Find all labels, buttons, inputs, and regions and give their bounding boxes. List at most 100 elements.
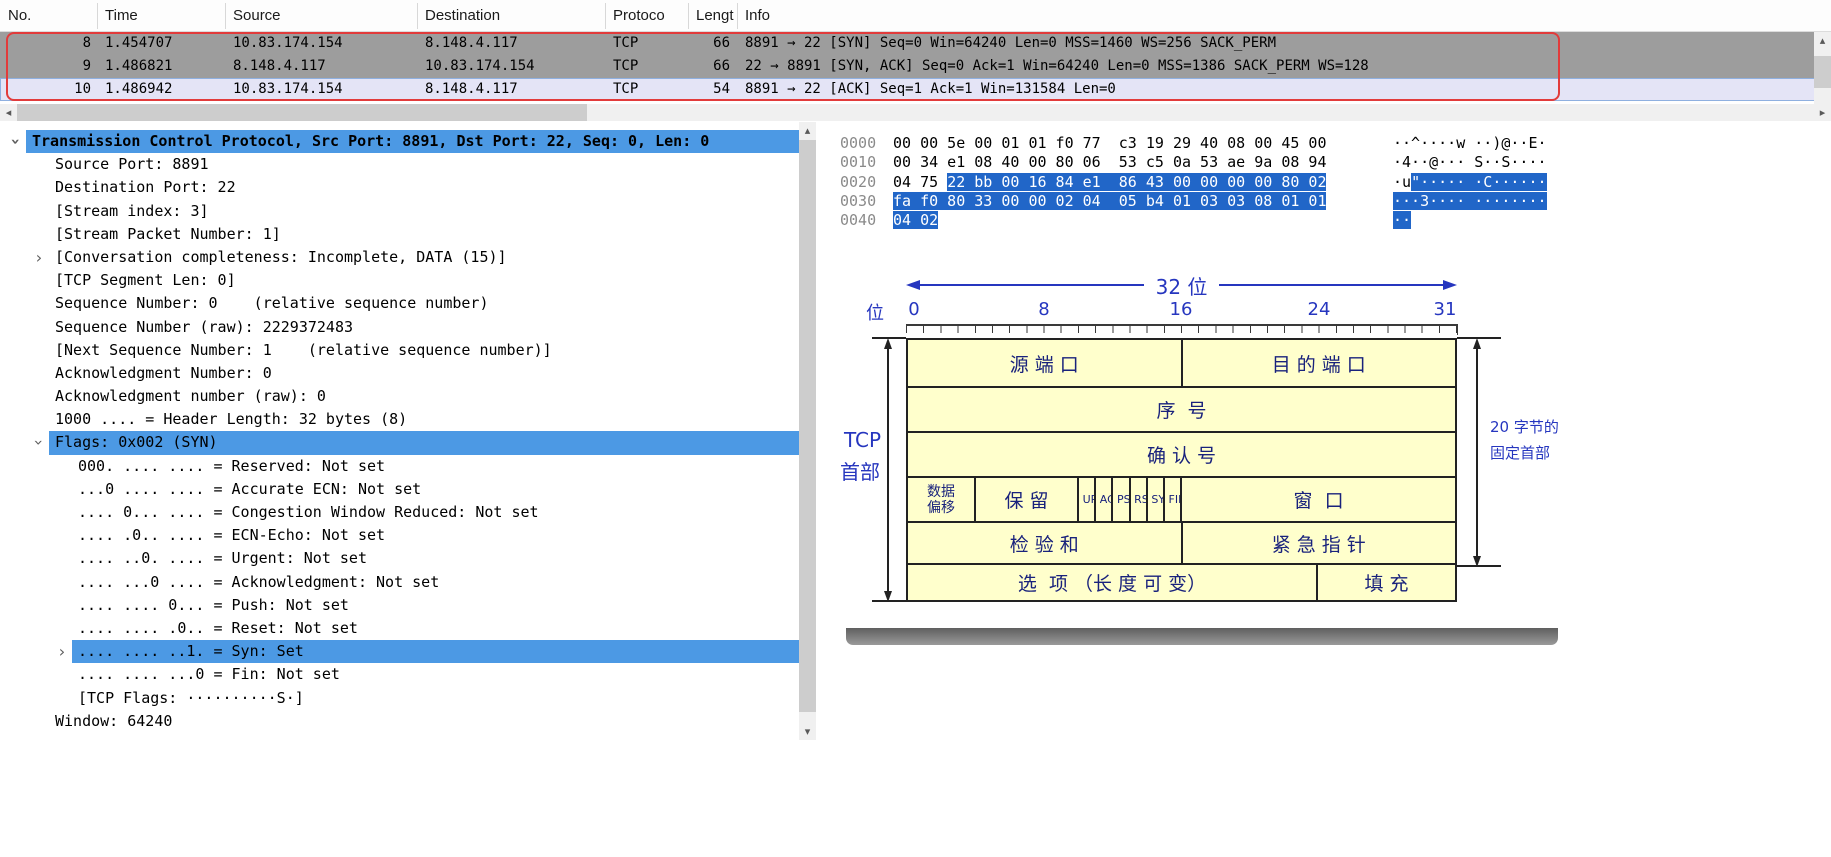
ascii-text[interactable]: ··^····w ··)@··E· — [1393, 134, 1547, 152]
tree-line[interactable]: .... ..0. .... = Urgent: Not set — [72, 547, 799, 570]
column-divider[interactable] — [417, 3, 418, 29]
tcp-header-diagram: 32 位 位 0 8 16 24 31 源 端 口 目 的 端 口 序 号 确 … — [828, 262, 1575, 628]
tree-line[interactable]: [Stream index: 3] — [49, 200, 799, 223]
tree-line[interactable]: .... .0.. .... = ECN-Echo: Not set — [72, 524, 799, 547]
ascii-selected[interactable]: ···3···· ········ — [1393, 191, 1547, 210]
hex-row[interactable]: 0000 00 00 5e 00 01 01 f0 77 c3 19 29 40 … — [840, 134, 1831, 153]
tree-line[interactable]: Source Port: 8891 — [49, 153, 799, 176]
tree-line[interactable]: Destination Port: 22 — [49, 176, 799, 199]
32-bit-width-arrow: 32 位 — [906, 274, 1457, 299]
column-header-length[interactable]: Lengt — [696, 7, 734, 24]
chevron-down-icon[interactable]: › — [4, 135, 27, 149]
chevron-right-icon[interactable]: › — [55, 640, 69, 663]
tree-line[interactable]: .... .... ...0 = Fin: Not set — [72, 663, 799, 686]
bit-number-8: 8 — [1038, 299, 1050, 320]
scroll-left-icon[interactable]: ◂ — [0, 104, 17, 121]
hex-bytes[interactable]: 00 00 5e 00 01 01 f0 77 c3 19 29 40 08 0… — [893, 134, 1326, 152]
column-header-source[interactable]: Source — [233, 7, 281, 24]
column-divider[interactable] — [737, 3, 738, 29]
tree-line[interactable]: Sequence Number (raw): 2229372483 — [49, 316, 799, 339]
tree-line-text: Destination Port: 22 — [55, 178, 236, 197]
column-header-destination[interactable]: Destination — [425, 7, 500, 24]
scroll-up-icon[interactable]: ▴ — [799, 122, 816, 139]
cell-destination-port: 目 的 端 口 — [1271, 353, 1366, 376]
column-header-time[interactable]: Time — [105, 7, 138, 24]
ascii-selected[interactable]: "····· ·C······ — [1411, 172, 1547, 191]
scroll-up-icon[interactable]: ▴ — [1814, 32, 1831, 49]
hex-bytes-selected[interactable]: 22 bb 00 16 84 e1 86 43 00 00 00 00 80 0… — [947, 172, 1327, 191]
hex-bytes-selected[interactable]: fa f0 80 33 00 00 02 04 05 b4 01 03 03 0… — [893, 191, 1327, 210]
bit-ruler — [906, 324, 1458, 335]
tree-line-text: Acknowledgment Number: 0 — [55, 363, 272, 382]
bit-number-31: 31 — [1433, 299, 1457, 320]
cell-source-port: 源 端 口 — [908, 340, 1183, 386]
column-header-protocol[interactable]: Protoco — [613, 7, 665, 24]
tree-line-text: 1000 .... = Header Length: 32 bytes (8) — [55, 410, 408, 429]
hex-row[interactable]: 0020 04 75 22 bb 00 16 84 e1 86 43 00 00 … — [840, 172, 1831, 192]
column-divider[interactable] — [225, 3, 226, 29]
chevron-down-icon[interactable]: › — [27, 436, 50, 450]
tree-line[interactable]: Acknowledgment Number: 0 — [49, 362, 799, 385]
tcp-header-label-line1: TCP — [844, 428, 882, 452]
tree-line[interactable]: .... .... 0... = Push: Not set — [72, 594, 799, 617]
tree-line-text: Sequence Number: 0 (relative sequence nu… — [55, 294, 489, 313]
column-divider[interactable] — [97, 3, 98, 29]
tree-line-conversation[interactable]: › [Conversation completeness: Incomplete,… — [36, 246, 799, 269]
tree-line[interactable]: [TCP Segment Len: 0] — [49, 269, 799, 292]
hex-offset: 0010 — [840, 153, 877, 172]
tree-line-flags[interactable]: › Flags: 0x002 (SYN) — [30, 431, 799, 455]
tree-line-text: Acknowledgment number (raw): 0 — [55, 387, 326, 406]
hex-row[interactable]: 0010 00 34 e1 08 40 00 80 06 53 c5 0a 53 … — [840, 153, 1831, 172]
scrollbar-thumb[interactable] — [17, 104, 587, 121]
tree-line[interactable]: [Stream Packet Number: 1] — [49, 223, 799, 246]
ascii-text[interactable]: ·4··@··· S··S···· — [1393, 153, 1547, 171]
hex-bytes[interactable]: 00 34 e1 08 40 00 80 06 53 c5 0a 53 ae 9… — [893, 153, 1326, 171]
scroll-down-icon[interactable]: ▾ — [799, 723, 816, 740]
tree-line[interactable]: 1000 .... = Header Length: 32 bytes (8) — [49, 408, 799, 431]
tree-line-text: .... .... ..1. = Syn: Set — [78, 642, 304, 661]
hex-offset: 0020 — [840, 172, 877, 191]
cell-flag-syn: SYN — [1148, 478, 1165, 521]
cell-window: 窗 口 — [1293, 490, 1344, 512]
column-divider[interactable] — [688, 3, 689, 29]
tree-line[interactable]: .... ...0 .... = Acknowledgment: Not set — [72, 571, 799, 594]
cell-flag-ack: ACK — [1096, 478, 1114, 521]
column-divider[interactable] — [605, 3, 606, 29]
tree-line-syn[interactable]: ›.... .... ..1. = Syn: Set — [59, 640, 799, 664]
tree-line-tcp[interactable]: › Transmission Control Protocol, Src Port… — [7, 130, 799, 154]
ascii-selected[interactable]: ·· — [1393, 211, 1412, 230]
tree-line-text: .... .... 0... = Push: Not set — [78, 595, 349, 614]
hex-row[interactable]: 0040 04 02 ·· — [840, 211, 1831, 230]
packet-list-scrollbar[interactable]: ▴ — [1814, 32, 1831, 104]
tree-line[interactable]: [Next Sequence Number: 1 (relative seque… — [49, 339, 799, 362]
tree-line[interactable]: ...0 .... .... = Accurate ECN: Not set — [72, 478, 799, 501]
hex-bytes[interactable]: 04 75 — [893, 173, 947, 191]
tree-line-text: .... 0... .... = Congestion Window Reduc… — [78, 503, 539, 521]
tree-line-text: .... .... .0.. = Reset: Not set — [78, 618, 358, 637]
ascii-text[interactable]: ·u — [1393, 173, 1411, 191]
hex-bytes-selected[interactable]: 04 02 — [893, 211, 939, 230]
tree-line[interactable]: 000. .... .... = Reserved: Not set — [72, 455, 799, 478]
scroll-right-icon[interactable]: ▸ — [1814, 104, 1831, 121]
tree-line-text: Flags: 0x002 (SYN) — [55, 433, 218, 452]
tree-line[interactable]: .... 0... .... = Congestion Window Reduc… — [72, 501, 799, 524]
diagram-shadow — [846, 626, 1558, 645]
column-header-no[interactable]: No. — [8, 7, 31, 24]
horizontal-scrollbar[interactable]: ◂ ▸ — [0, 104, 1831, 121]
tree-line[interactable]: [TCP Flags: ··········S·] — [72, 687, 799, 710]
tree-line[interactable]: .... .... .0.. = Reset: Not set — [72, 617, 799, 640]
scrollbar-thumb[interactable] — [799, 140, 816, 712]
hex-row[interactable]: 0030 fa f0 80 33 00 00 02 04 05 b4 01 03 … — [840, 191, 1831, 211]
hex-offset: 0030 — [840, 191, 877, 210]
hex-offset: 0040 — [840, 211, 877, 230]
tree-line[interactable]: Acknowledgment number (raw): 0 — [49, 385, 799, 408]
hex-offset: 0000 — [840, 134, 877, 152]
fixed-header-label-line1: 20 字节的 — [1490, 418, 1559, 436]
packet-list-header: No. Time Source Destination Protoco Leng… — [0, 0, 1831, 32]
detail-pane-scrollbar[interactable]: ▴ ▾ — [799, 122, 816, 740]
column-header-info[interactable]: Info — [745, 7, 770, 24]
chevron-right-icon[interactable]: › — [32, 246, 46, 269]
scrollbar-thumb[interactable] — [1814, 56, 1831, 88]
tree-line[interactable]: Window: 64240 — [49, 710, 799, 733]
tree-line[interactable]: Sequence Number: 0 (relative sequence nu… — [49, 292, 799, 315]
